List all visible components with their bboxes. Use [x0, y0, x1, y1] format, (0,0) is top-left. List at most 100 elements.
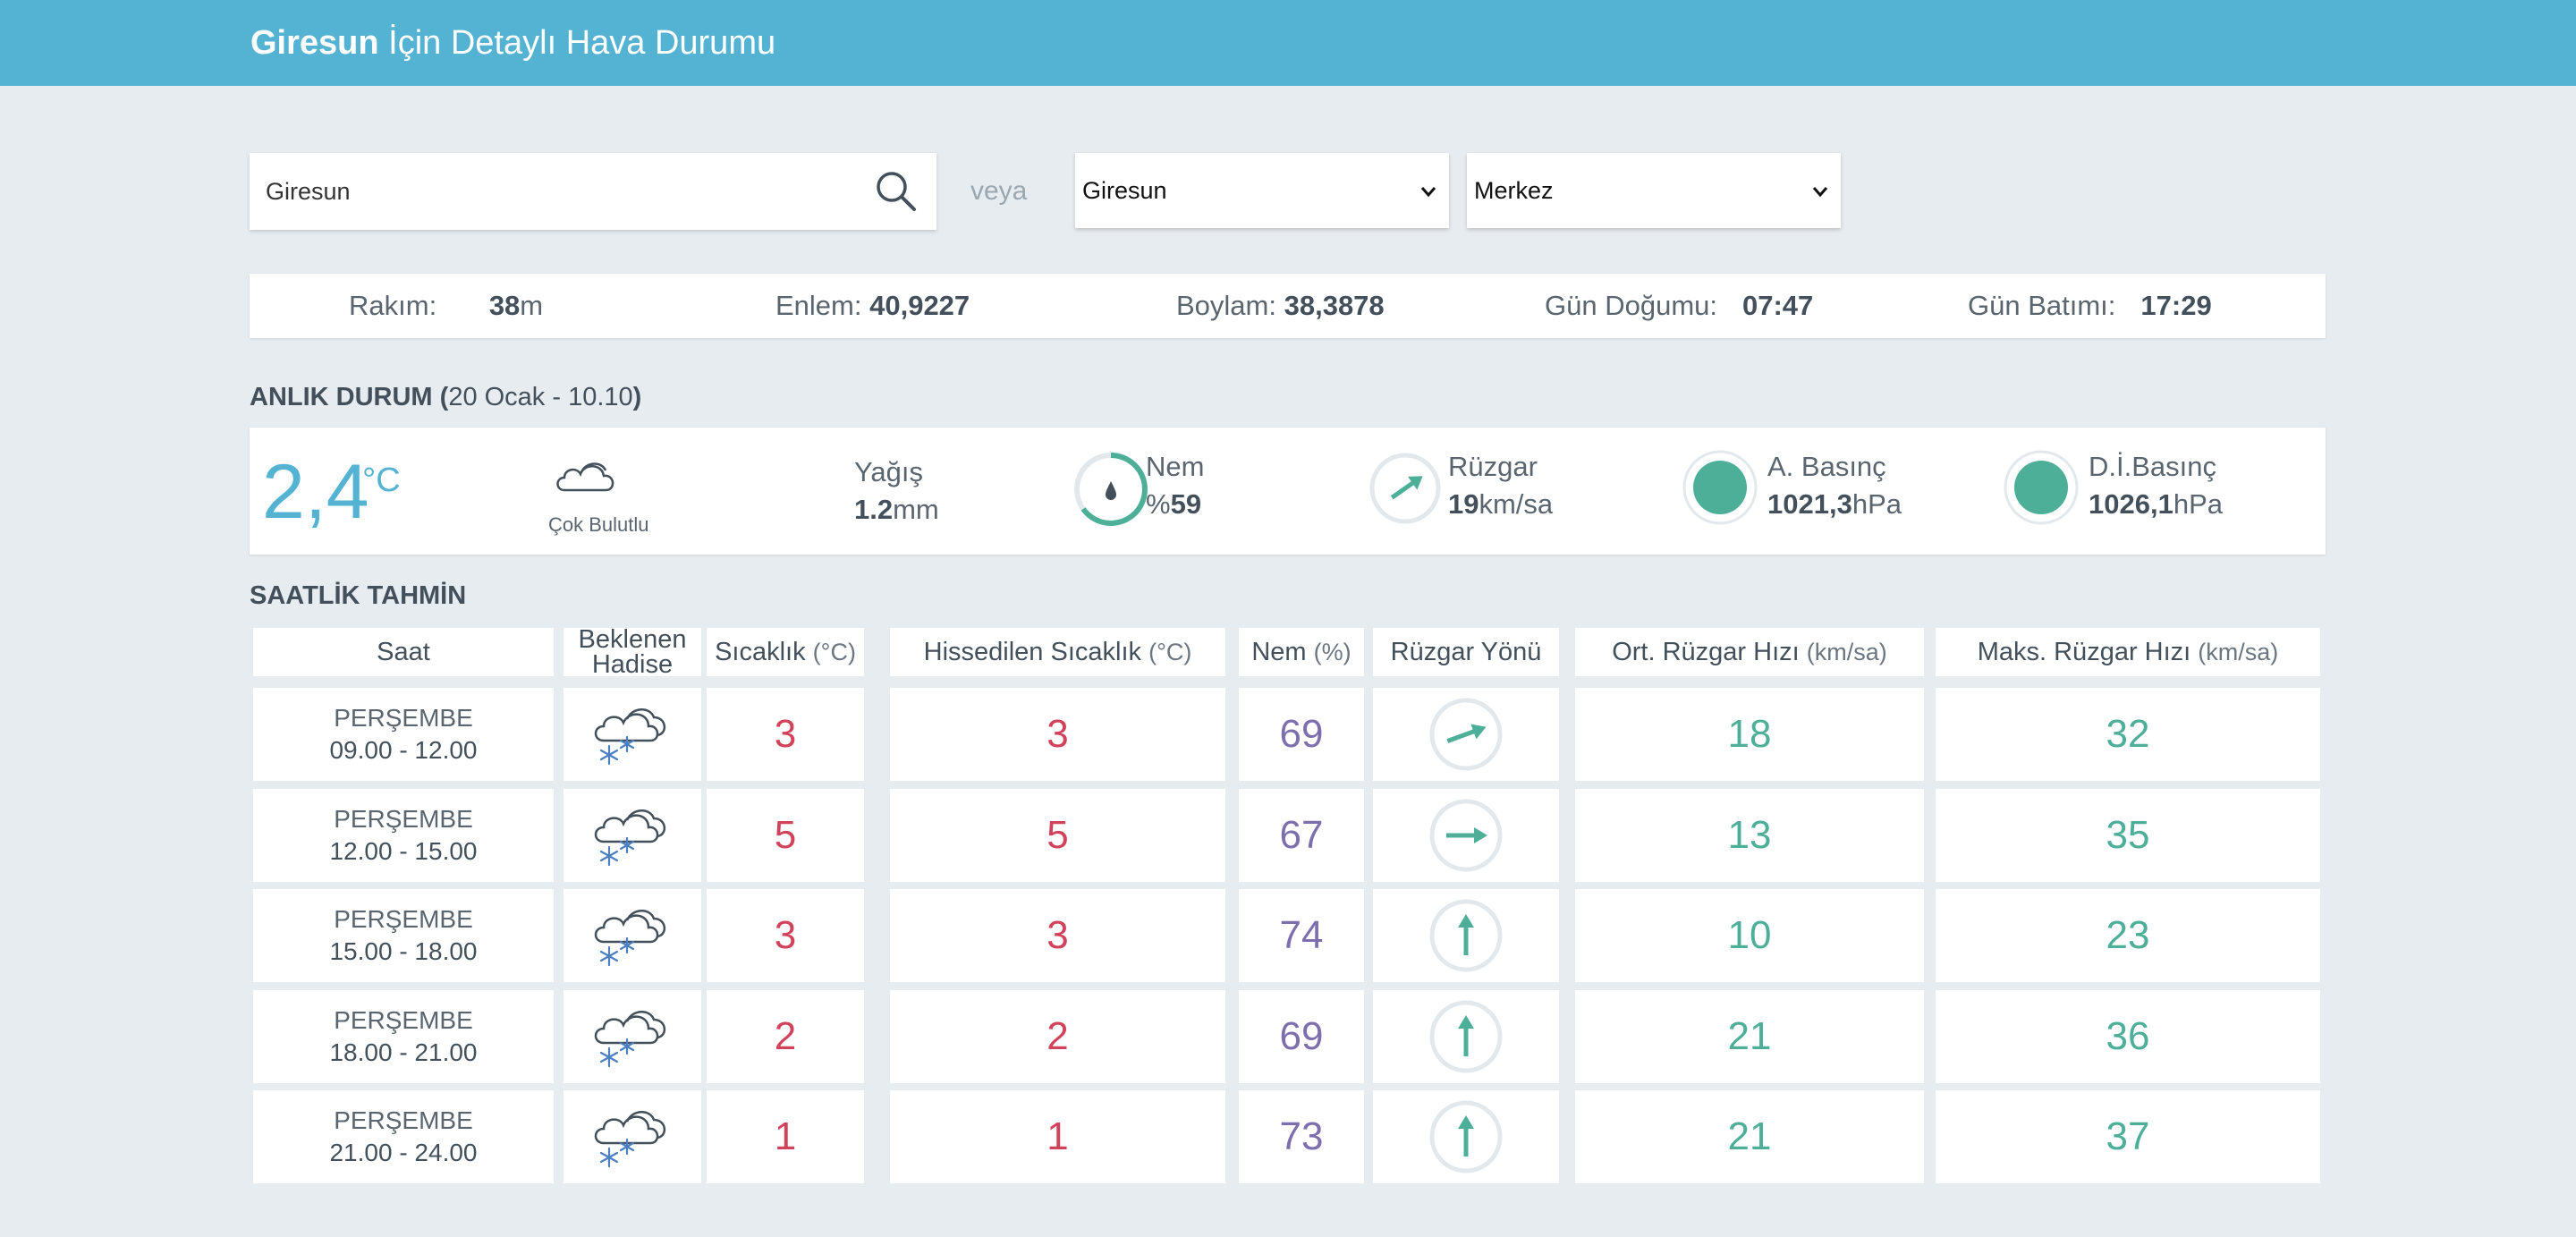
row-humidity: 73 — [1279, 1114, 1324, 1158]
latitude-info: Enlem: 40,9227 — [775, 274, 970, 338]
province-select[interactable]: Giresun — [1075, 153, 1449, 228]
row-time-range: 15.00 - 18.00 — [329, 937, 478, 965]
row-humidity-cell: 69 — [1239, 688, 1364, 781]
row-feels-like-cell: 1 — [890, 1090, 1225, 1183]
header-max-wind-speed: Maks. Rüzgar Hızı (km/sa) — [1936, 628, 2320, 676]
row-wind-direction-cell — [1373, 889, 1559, 982]
row-avg-wind: 13 — [1727, 813, 1772, 857]
row-day: PERŞEMBE — [334, 805, 473, 833]
district-select[interactable]: Merkez — [1467, 153, 1841, 228]
row-feels-like-cell: 2 — [890, 990, 1225, 1083]
row-day: PERŞEMBE — [334, 1006, 473, 1034]
province-select-value: Giresun — [1082, 177, 1167, 204]
pressure-gauge-icon — [1682, 450, 1758, 525]
row-max-wind: 32 — [2106, 712, 2150, 756]
wind-direction-arrow-icon — [1429, 799, 1503, 872]
sea-level-pressure-label: D.İ.Basınç — [2089, 451, 2216, 482]
row-humidity-cell: 74 — [1239, 889, 1364, 982]
altitude-unit: m — [520, 290, 544, 321]
row-max-wind: 23 — [2106, 913, 2150, 957]
row-avg-wind-cell: 21 — [1575, 1090, 1924, 1183]
header-expected-event-line2: Hadise — [591, 650, 674, 679]
longitude-label: Boylam: — [1176, 290, 1276, 321]
row-time: PERŞEMBE 18.00 - 21.00 — [329, 1004, 477, 1069]
wind-direction-arrow-icon — [1429, 899, 1503, 972]
row-temperature: 2 — [774, 1014, 797, 1058]
altitude-label: Rakım: — [349, 290, 437, 321]
row-event-cell — [564, 1090, 701, 1183]
current-temperature: 2,4 — [262, 449, 369, 535]
row-time: PERŞEMBE 15.00 - 18.00 — [329, 903, 477, 968]
row-max-wind-cell: 23 — [1936, 889, 2320, 982]
page-title-city: Giresun — [250, 24, 379, 62]
row-time-cell: PERŞEMBE 09.00 - 12.00 — [253, 688, 554, 781]
row-time-cell: PERŞEMBE 12.00 - 15.00 — [253, 789, 554, 882]
current-temperature-unit: °C — [362, 462, 401, 499]
longitude-info: Boylam: 38,3878 — [1176, 274, 1385, 338]
page-title-rest: İçin Detaylı Hava Durumu — [388, 24, 776, 62]
row-temperature-cell: 5 — [707, 789, 864, 882]
row-feels-like-cell: 3 — [890, 889, 1225, 982]
row-max-wind-cell: 35 — [1936, 789, 2320, 882]
cloud-snow-icon — [594, 708, 665, 766]
chevron-down-icon — [1812, 187, 1828, 198]
row-feels-like: 3 — [1046, 712, 1069, 756]
row-avg-wind: 18 — [1727, 712, 1772, 756]
altitude-info: Rakım: 38m — [349, 274, 543, 338]
wind-direction-icon — [1369, 453, 1441, 524]
row-max-wind: 36 — [2106, 1014, 2150, 1058]
row-max-wind: 37 — [2106, 1114, 2150, 1158]
header-wind-direction: Rüzgar Yönü — [1373, 628, 1559, 676]
district-select-value: Merkez — [1474, 177, 1554, 204]
humidity-value: %59 — [1146, 488, 1201, 521]
header-temperature-unit: (°C) — [812, 639, 856, 665]
search-input[interactable] — [266, 153, 838, 230]
or-label: veya — [970, 176, 1028, 206]
humidity-amount: 59 — [1170, 488, 1202, 520]
row-temperature-cell: 3 — [707, 889, 864, 982]
wind-direction-arrow-icon — [1429, 698, 1503, 771]
current-title-text: ANLIK DURUM ( — [250, 383, 449, 411]
header-humidity-unit: (%) — [1313, 639, 1352, 665]
pressure-unit: hPa — [1852, 488, 1902, 520]
header-expected-event-line1: Beklenen — [578, 625, 687, 654]
header-humidity-text: Nem — [1251, 638, 1307, 666]
wind-speed: 19 — [1448, 488, 1479, 520]
row-time-cell: PERŞEMBE 15.00 - 18.00 — [253, 889, 554, 982]
row-time: PERŞEMBE 09.00 - 12.00 — [329, 702, 477, 767]
row-event-cell — [564, 688, 701, 781]
row-temperature-cell: 3 — [707, 688, 864, 781]
row-wind-direction-cell — [1373, 688, 1559, 781]
row-avg-wind-cell: 13 — [1575, 789, 1924, 882]
row-time-range: 21.00 - 24.00 — [329, 1139, 478, 1166]
hourly-forecast-table: Saat Beklenen Hadise Sıcaklık (°C) Hisse… — [250, 624, 2326, 1188]
row-humidity-cell: 69 — [1239, 990, 1364, 1083]
row-time: PERŞEMBE 21.00 - 24.00 — [329, 1105, 477, 1169]
row-time-range: 09.00 - 12.00 — [329, 736, 478, 764]
pressure-label: A. Basınç — [1767, 451, 1886, 482]
wind-direction-arrow-icon — [1429, 1100, 1503, 1173]
cloud-icon — [556, 462, 614, 492]
header-max-wind-text: Maks. Rüzgar Hızı — [1977, 638, 2191, 666]
row-time-cell: PERŞEMBE 18.00 - 21.00 — [253, 990, 554, 1083]
header-time: Saat — [253, 628, 554, 676]
row-max-wind-cell: 36 — [1936, 990, 2320, 1083]
header-temperature-text: Sıcaklık — [715, 638, 806, 666]
row-feels-like: 3 — [1046, 913, 1069, 957]
cloud-snow-icon — [594, 809, 665, 867]
wind-value: 19km/sa — [1448, 488, 1553, 521]
humidity-label: Nem — [1146, 451, 1205, 482]
search-icon[interactable] — [874, 169, 919, 214]
row-day: PERŞEMBE — [334, 704, 473, 732]
row-wind-direction-cell — [1373, 1090, 1559, 1183]
row-temperature: 5 — [774, 813, 797, 857]
row-max-wind-cell: 37 — [1936, 1090, 2320, 1183]
row-time-cell: PERŞEMBE 21.00 - 24.00 — [253, 1090, 554, 1183]
hourly-section-title: SAATLİK TAHMİN — [250, 581, 467, 610]
header-avg-wind-text: Ort. Rüzgar Hızı — [1612, 638, 1800, 666]
pressure-amount: 1021,3 — [1767, 488, 1852, 520]
row-event-cell — [564, 990, 701, 1083]
pressure-value: 1021,3hPa — [1767, 488, 1902, 521]
sunset-value: 17:29 — [2140, 290, 2212, 321]
longitude-value: 38,3878 — [1284, 290, 1385, 321]
